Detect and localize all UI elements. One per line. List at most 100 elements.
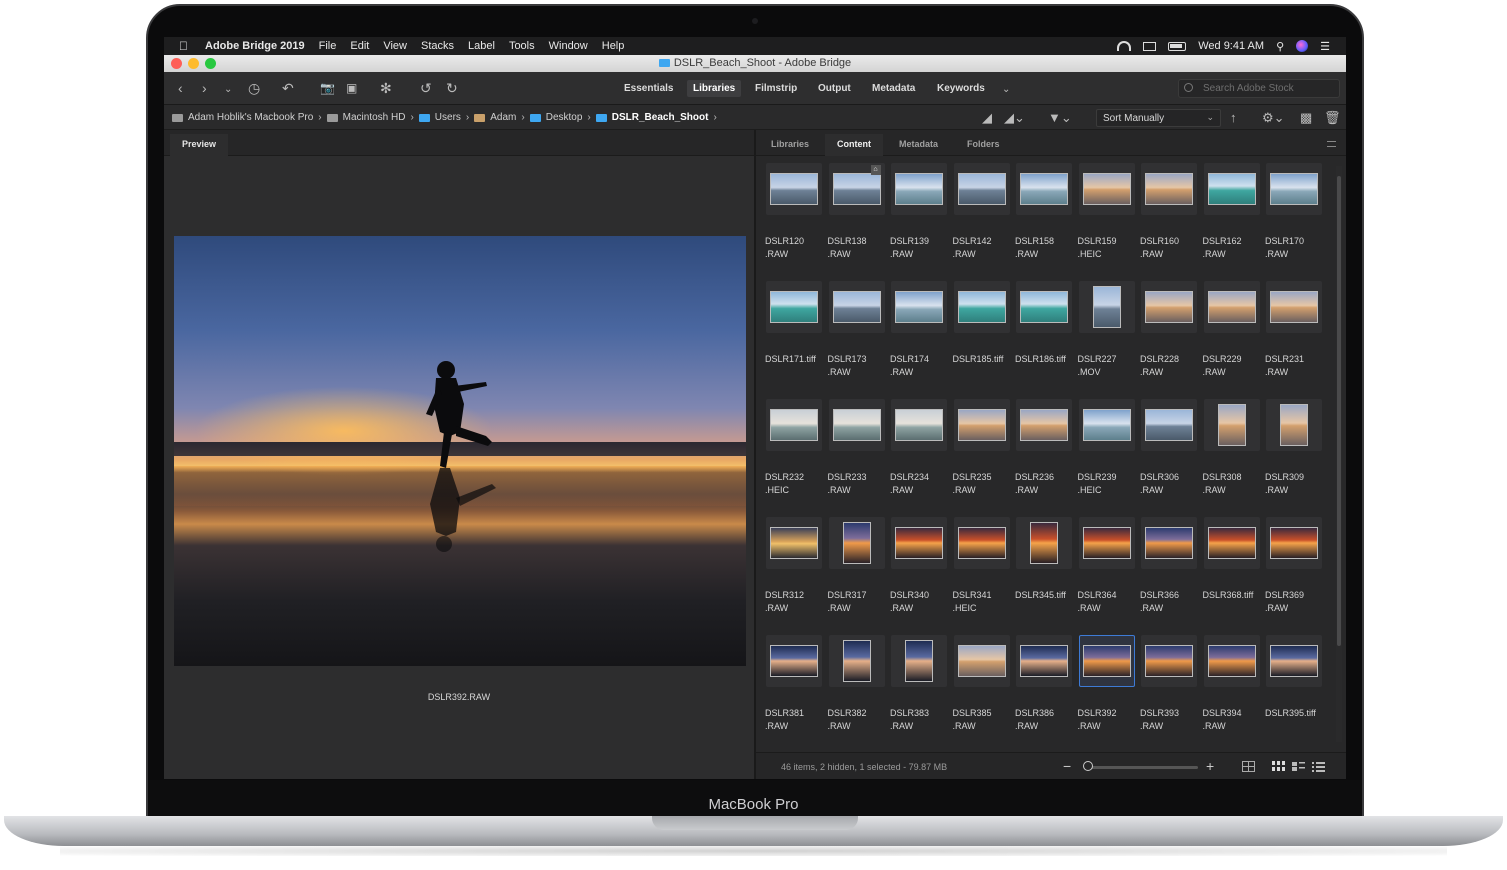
thumbnail-item[interactable]: DSLR383 .RAW bbox=[888, 632, 951, 750]
thumbnail-item[interactable]: DSLR317 .RAW bbox=[826, 514, 889, 632]
thumbnail-item[interactable]: DSLR159 .HEIC bbox=[1076, 160, 1139, 278]
thumbnail-image[interactable] bbox=[1030, 522, 1058, 564]
search-adobe-stock-input[interactable]: Search Adobe Stock bbox=[1178, 79, 1340, 98]
thumbnail-item[interactable]: DSLR306 .RAW bbox=[1138, 396, 1201, 514]
thumbnail-item[interactable]: ⌂ DSLR138 .RAW bbox=[826, 160, 889, 278]
workspace-libraries[interactable]: Libraries bbox=[687, 80, 742, 97]
forward-icon[interactable]: › bbox=[202, 80, 207, 96]
breadcrumb-desktop[interactable]: Desktop bbox=[546, 112, 583, 123]
zoom-in-icon[interactable]: + bbox=[1206, 758, 1214, 774]
breadcrumb-adam[interactable]: Adam bbox=[490, 112, 516, 123]
thumbnail-frame[interactable] bbox=[953, 163, 1010, 215]
thumbnail-image[interactable] bbox=[1082, 173, 1131, 205]
panel-menu-icon[interactable] bbox=[1327, 141, 1336, 147]
thumbnail-item[interactable]: DSLR345.tiff bbox=[1013, 514, 1076, 632]
thumbnail-image[interactable] bbox=[1020, 291, 1068, 323]
thumbnail-item[interactable]: DSLR236 .RAW bbox=[1013, 396, 1076, 514]
thumbnail-item[interactable]: DSLR395.tiff bbox=[1263, 632, 1326, 750]
menu-tools[interactable]: Tools bbox=[509, 40, 535, 52]
camera-raw-icon[interactable]: ✻ bbox=[380, 80, 392, 96]
thumbnail-frame[interactable] bbox=[1203, 635, 1260, 687]
apple-icon[interactable]:  bbox=[179, 39, 191, 53]
workspace-metadata[interactable]: Metadata bbox=[872, 83, 915, 94]
thumbnail-item[interactable]: DSLR142 .RAW bbox=[951, 160, 1014, 278]
thumbnail-frame[interactable] bbox=[953, 635, 1010, 687]
thumbnail-item[interactable]: DSLR393 .RAW bbox=[1138, 632, 1201, 750]
thumbnail-item[interactable]: DSLR227 .MOV bbox=[1076, 278, 1139, 396]
thumbnail-size-slider[interactable] bbox=[1086, 766, 1198, 769]
thumbnail-item[interactable]: DSLR366 .RAW bbox=[1138, 514, 1201, 632]
thumbnail-image[interactable] bbox=[1092, 286, 1121, 328]
thumbnail-frame[interactable] bbox=[891, 635, 947, 687]
thumbnail-frame[interactable] bbox=[1266, 399, 1322, 451]
refine-icon[interactable]: ▣ bbox=[346, 80, 357, 96]
chevron-down-icon[interactable]: ⌄ bbox=[224, 82, 232, 98]
thumbnail-frame[interactable] bbox=[953, 517, 1010, 569]
menu-view[interactable]: View bbox=[383, 40, 407, 52]
menu-app-name[interactable]: Adobe Bridge 2019 bbox=[205, 40, 305, 52]
workspace-filmstrip[interactable]: Filmstrip bbox=[755, 83, 797, 94]
notification-center-icon[interactable]: ☰ bbox=[1320, 40, 1330, 53]
tab-preview[interactable]: Preview bbox=[170, 134, 229, 156]
thumbnail-image[interactable] bbox=[842, 640, 871, 682]
thumbnail-frame[interactable] bbox=[766, 163, 822, 215]
list-view-icon[interactable] bbox=[1312, 761, 1325, 772]
thumbnail-image[interactable] bbox=[905, 640, 933, 682]
thumbnail-image[interactable] bbox=[1082, 527, 1131, 559]
thumbnail-frame[interactable] bbox=[1266, 517, 1322, 569]
thumbnail-frame[interactable] bbox=[891, 399, 947, 451]
thumbnail-item[interactable]: DSLR185.tiff bbox=[951, 278, 1014, 396]
thumbnail-item[interactable]: DSLR186.tiff bbox=[1013, 278, 1076, 396]
rotate-left-icon[interactable]: ↺ bbox=[420, 80, 432, 96]
get-photos-camera-icon[interactable]: 📷 bbox=[320, 80, 335, 96]
zoom-out-icon[interactable]: − bbox=[1063, 758, 1071, 774]
new-folder-icon[interactable]: ▩ bbox=[1300, 110, 1312, 126]
filter-icon[interactable]: ▼⌄ bbox=[1048, 110, 1072, 126]
thumbnail-item[interactable]: DSLR235 .RAW bbox=[951, 396, 1014, 514]
thumbnail-frame[interactable] bbox=[1266, 635, 1322, 687]
thumbnail-item[interactable]: DSLR160 .RAW bbox=[1138, 160, 1201, 278]
thumbnail-image[interactable] bbox=[1145, 527, 1193, 559]
thumbnail-item[interactable]: DSLR232 .HEIC bbox=[763, 396, 826, 514]
thumbnail-frame[interactable] bbox=[1266, 281, 1322, 333]
thumbnail-item[interactable]: DSLR229 .RAW bbox=[1201, 278, 1264, 396]
thumbnail-frame[interactable] bbox=[953, 399, 1010, 451]
thumbnail-image[interactable] bbox=[895, 291, 943, 323]
airplay-icon[interactable] bbox=[1143, 41, 1157, 51]
back-icon[interactable]: ‹ bbox=[178, 80, 183, 96]
thumbnail-frame[interactable] bbox=[828, 399, 885, 451]
thumbnail-item[interactable]: DSLR309 .RAW bbox=[1263, 396, 1326, 514]
thumbnail-item[interactable]: DSLR394 .RAW bbox=[1201, 632, 1264, 750]
recent-history-icon[interactable]: ◷ bbox=[248, 80, 260, 96]
menu-file[interactable]: File bbox=[319, 40, 337, 52]
thumbnail-image[interactable] bbox=[1082, 409, 1131, 441]
breadcrumb-users[interactable]: Users bbox=[435, 112, 461, 123]
thumbnail-image[interactable] bbox=[895, 173, 943, 205]
thumbnail-image[interactable] bbox=[1207, 173, 1256, 205]
scrollbar-thumb[interactable] bbox=[1337, 176, 1341, 646]
thumbnail-frame[interactable] bbox=[1203, 517, 1260, 569]
wifi-icon[interactable] bbox=[1117, 41, 1132, 51]
thumbnail-frame[interactable] bbox=[1141, 517, 1197, 569]
thumbnail-frame[interactable] bbox=[1078, 163, 1135, 215]
thumbnail-item[interactable]: DSLR239 .HEIC bbox=[1076, 396, 1139, 514]
thumbnail-image[interactable] bbox=[1145, 645, 1193, 677]
thumbnail-frame[interactable] bbox=[828, 281, 885, 333]
thumbnail-item[interactable]: DSLR364 .RAW bbox=[1076, 514, 1139, 632]
lock-grid-icon[interactable] bbox=[1242, 761, 1255, 772]
thumbnail-frame[interactable] bbox=[1078, 399, 1135, 451]
menu-label[interactable]: Label bbox=[468, 40, 495, 52]
thumbnail-image[interactable] bbox=[1270, 527, 1318, 559]
menubar-clock[interactable]: Wed 9:41 AM bbox=[1198, 40, 1264, 52]
thumbnail-item[interactable]: DSLR233 .RAW bbox=[826, 396, 889, 514]
thumbnail-frame[interactable] bbox=[1266, 163, 1322, 215]
thumbnail-item[interactable]: DSLR170 .RAW bbox=[1263, 160, 1326, 278]
thumbnail-image[interactable] bbox=[1145, 409, 1193, 441]
thumbnail-image[interactable] bbox=[1217, 404, 1246, 446]
thumbnail-image[interactable] bbox=[957, 409, 1006, 441]
thumbnail-frame[interactable] bbox=[1141, 281, 1197, 333]
thumbnail-image[interactable] bbox=[770, 527, 818, 559]
thumbnail-item[interactable]: DSLR392 .RAW bbox=[1076, 632, 1139, 750]
thumbnail-image[interactable] bbox=[770, 173, 818, 205]
thumbnail-image[interactable] bbox=[1020, 645, 1068, 677]
